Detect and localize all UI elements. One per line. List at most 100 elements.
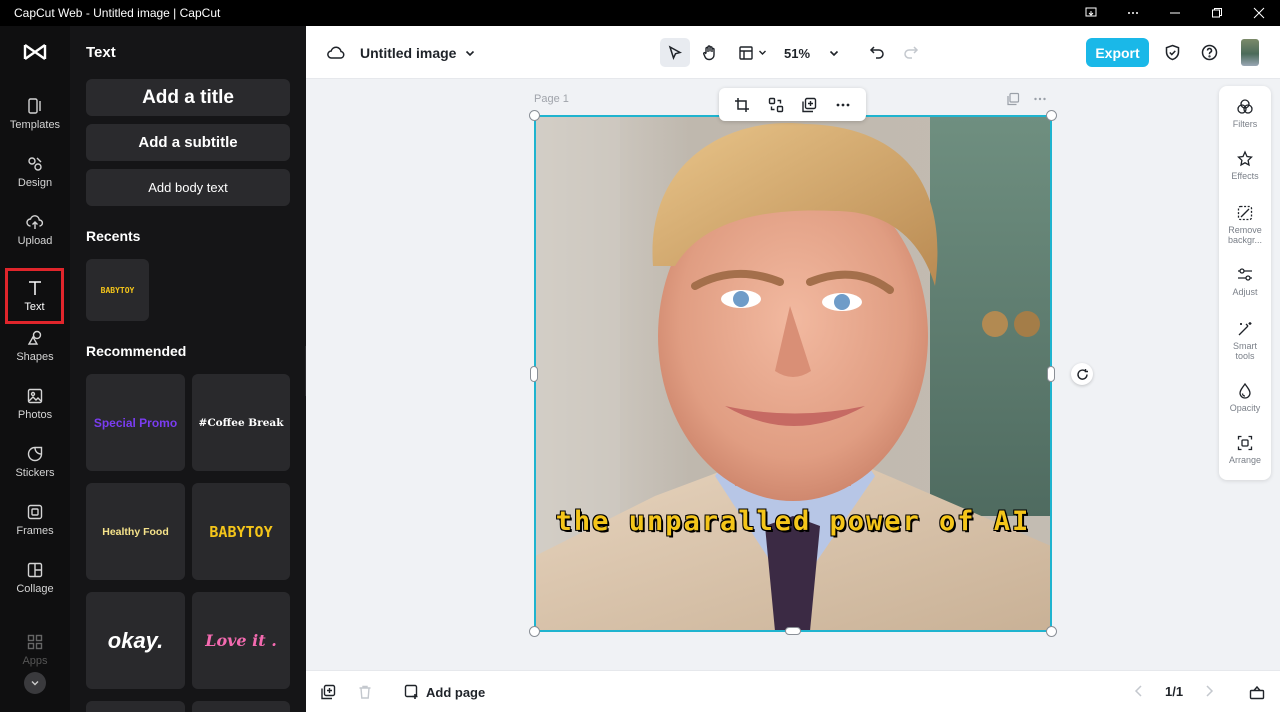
nav-upload[interactable]: Upload <box>0 202 70 258</box>
filters-icon <box>1237 99 1253 114</box>
capcut-logo-icon[interactable] <box>0 26 70 78</box>
nav-stickers[interactable]: Stickers <box>0 434 70 490</box>
rotate-icon[interactable] <box>1071 363 1093 385</box>
resize-handle-bottom-left[interactable] <box>529 626 540 637</box>
add-page-button[interactable]: Add page <box>404 684 485 700</box>
add-subtitle-button[interactable]: Add a subtitle <box>86 124 290 161</box>
zoom-level[interactable]: 51% <box>784 42 810 64</box>
nav-collage[interactable]: Collage <box>0 550 70 606</box>
recommended-heading: Recommended <box>86 343 187 359</box>
template-babytoy[interactable]: BABYTOY <box>192 483 290 580</box>
nav-text-label: Text <box>24 301 45 313</box>
nav-design[interactable]: Design <box>0 144 70 200</box>
resize-handle-left[interactable] <box>530 366 538 382</box>
avatar[interactable] <box>1241 39 1259 66</box>
nav-shapes[interactable]: Shapes <box>0 318 70 374</box>
nav-apps[interactable]: Apps <box>0 622 70 678</box>
rail-effects[interactable]: Effects <box>1219 150 1271 181</box>
rail-filters[interactable]: Filters <box>1219 98 1271 129</box>
help-icon[interactable] <box>1199 42 1219 62</box>
nav-text[interactable]: Text <box>5 268 64 324</box>
apps-icon <box>27 634 43 650</box>
undo-icon[interactable] <box>867 42 887 62</box>
template-okay-label: okay. <box>107 627 164 653</box>
resize-handle-right[interactable] <box>1047 366 1055 382</box>
rail-adjust-label: Adjust <box>1232 287 1258 297</box>
resize-handle-bottom[interactable] <box>785 627 801 635</box>
more-actions-icon[interactable] <box>830 92 856 118</box>
cloud-save-icon[interactable] <box>326 43 346 63</box>
export-button[interactable]: Export <box>1086 38 1149 67</box>
left-navigation: Templates Design Upload Text Shapes Phot… <box>0 26 70 712</box>
add-title-button[interactable]: Add a title <box>86 79 290 116</box>
shapes-icon <box>27 330 42 345</box>
replace-icon[interactable] <box>763 92 789 118</box>
adjust-icon <box>1238 268 1252 281</box>
duplicate-icon[interactable] <box>320 684 336 700</box>
chevron-down-icon <box>758 50 766 55</box>
template-partial-right[interactable] <box>192 701 290 712</box>
layout-icon <box>738 45 753 60</box>
pages-panel-icon[interactable] <box>1249 684 1265 700</box>
recent-text-template[interactable]: BABYTOY <box>86 259 149 321</box>
templates-icon <box>28 98 41 114</box>
zoom-chevron-icon[interactable] <box>824 43 844 63</box>
add-body-text-button[interactable]: Add body text <box>86 169 290 206</box>
template-partial-left[interactable] <box>86 701 185 712</box>
template-special-promo[interactable]: Special Promo <box>86 374 185 471</box>
resize-handle-bottom-right[interactable] <box>1046 626 1057 637</box>
expand-nav-button[interactable] <box>24 672 46 694</box>
document-menu-chevron-icon[interactable] <box>460 43 480 63</box>
install-app-icon[interactable] <box>1070 0 1112 26</box>
rail-smart-tools[interactable]: Smart tools <box>1219 320 1271 361</box>
nav-upload-label: Upload <box>17 235 53 247</box>
more-options-icon[interactable] <box>1112 0 1154 26</box>
shield-icon[interactable] <box>1162 42 1182 62</box>
text-icon <box>28 281 41 295</box>
select-tool-icon[interactable] <box>660 38 690 67</box>
document-name[interactable]: Untitled image <box>360 42 456 64</box>
nav-templates[interactable]: Templates <box>0 86 70 142</box>
nav-photos-label: Photos <box>17 409 53 421</box>
photos-icon <box>27 388 43 404</box>
resize-handle-top-left[interactable] <box>529 110 540 121</box>
template-love-it[interactable]: Love it . <box>192 592 290 689</box>
template-coffee-break[interactable]: #Coffee Break <box>192 374 290 471</box>
rail-arrange[interactable]: Arrange <box>1219 434 1271 465</box>
rail-arrange-label: Arrange <box>1228 455 1262 465</box>
nav-apps-label: Apps <box>22 655 48 667</box>
page-more-icon[interactable] <box>1033 92 1049 106</box>
rail-adjust[interactable]: Adjust <box>1219 266 1271 297</box>
template-babytoy-label: BABYTOY <box>209 522 273 541</box>
copy-style-icon[interactable] <box>796 92 822 118</box>
page-label: Page 1 <box>534 93 569 105</box>
nav-shapes-label: Shapes <box>16 351 54 363</box>
resize-handle-top-right[interactable] <box>1046 110 1057 121</box>
hand-tool-icon[interactable] <box>694 38 724 67</box>
panel-title: Text <box>86 44 116 61</box>
restore-icon[interactable] <box>1196 0 1238 26</box>
upload-icon <box>26 215 44 229</box>
previous-page-icon[interactable] <box>1133 684 1145 698</box>
layout-dropdown[interactable] <box>732 38 772 67</box>
next-page-icon[interactable] <box>1203 684 1215 698</box>
design-icon <box>28 157 42 171</box>
crop-icon[interactable] <box>729 92 755 118</box>
template-okay[interactable]: okay. <box>86 592 185 689</box>
nav-photos[interactable]: Photos <box>0 376 70 432</box>
collage-icon <box>27 562 43 578</box>
minimize-icon[interactable] <box>1154 0 1196 26</box>
selection-box <box>534 115 1052 632</box>
template-healthy-food[interactable]: Healthy Food <box>86 483 185 580</box>
redo-icon[interactable] <box>901 42 921 62</box>
rail-remove-background[interactable]: Remove backgr... <box>1219 204 1271 245</box>
rail-opacity[interactable]: Opacity <box>1219 382 1271 413</box>
duplicate-page-icon[interactable] <box>1006 92 1022 106</box>
remove-background-icon <box>1237 205 1253 221</box>
rail-effects-label: Effects <box>1231 171 1259 181</box>
nav-frames[interactable]: Frames <box>0 492 70 548</box>
close-icon[interactable] <box>1238 0 1280 26</box>
arrange-icon <box>1237 435 1253 451</box>
delete-icon[interactable] <box>357 684 373 700</box>
rail-smart-tools-label: Smart tools <box>1232 341 1257 361</box>
